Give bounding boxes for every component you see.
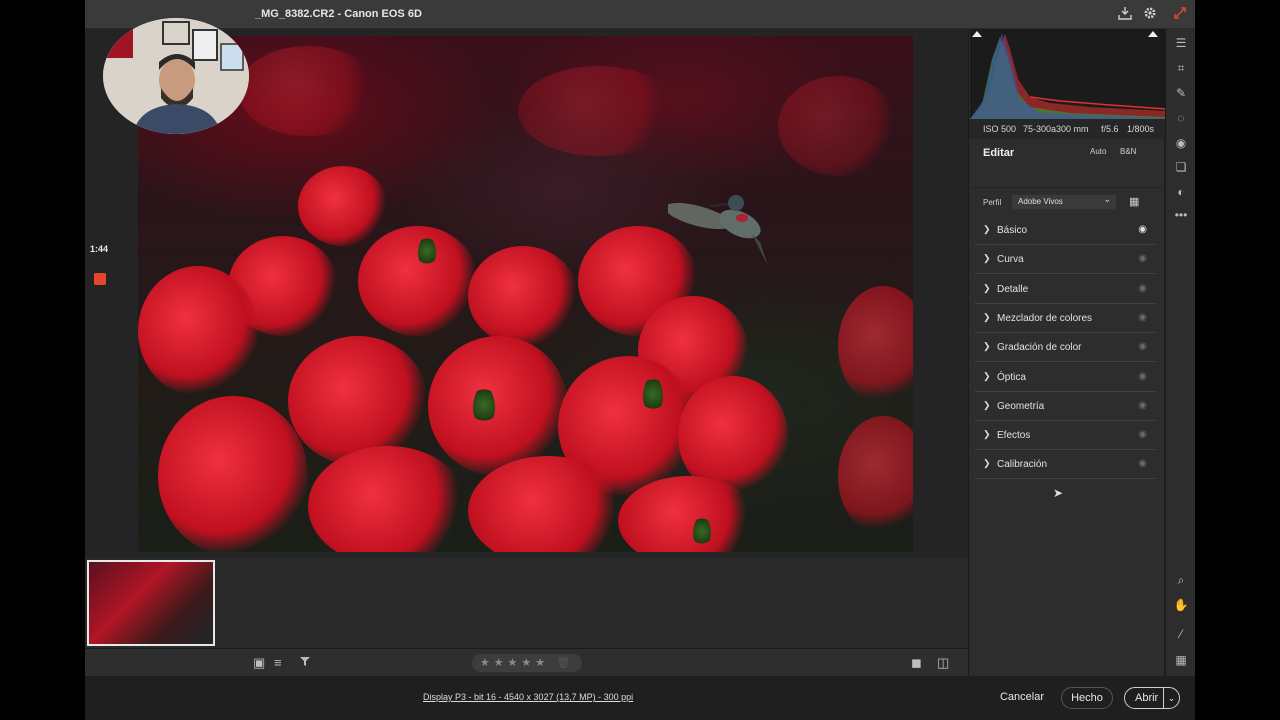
panel-section-label: Gradación de color: [997, 342, 1082, 354]
chevron-right-icon[interactable]: ❯: [983, 429, 991, 440]
gear-icon[interactable]: [1142, 6, 1158, 22]
trash-icon[interactable]: 🗑: [556, 657, 574, 669]
panel-section-label: Efectos: [997, 430, 1031, 442]
panel-section-row[interactable]: ❯ Efectos ◉: [975, 421, 1155, 451]
panel-section-row[interactable]: ❯ Básico ◉: [975, 216, 1155, 245]
panel-section-row[interactable]: ❯ Calibración ◉: [975, 450, 1155, 480]
visibility-eye-icon[interactable]: ◉: [1138, 253, 1147, 264]
edit-title: Editar: [983, 147, 1015, 159]
visibility-eye-icon[interactable]: ◉: [1138, 371, 1147, 382]
hummingbird-subject: [668, 195, 768, 266]
panel-section-row[interactable]: ❯ Geometría ◉: [975, 392, 1155, 421]
healing-brush-icon[interactable]: ✎: [1173, 85, 1189, 101]
snapshots-icon[interactable]: ❏: [1173, 159, 1189, 175]
visibility-eye-icon[interactable]: ◉: [1138, 283, 1147, 294]
profile-browser-icon[interactable]: ▦: [1129, 196, 1141, 208]
presenter-webcam-overlay: [103, 18, 249, 134]
edit-panel: ISO 500 75-300a300 mm f/5.6 1/800s Edita…: [968, 29, 1166, 676]
open-button-label: Abrir: [1135, 692, 1159, 704]
title-bar: _MG_8382.CR2 - Canon EOS 6D: [85, 0, 1195, 29]
panel-section-label: Geometría: [997, 400, 1045, 412]
camera-raw-window: _MG_8382.CR2 - Canon EOS 6D ▣ ≡ ★★★★★ 🗑 …: [85, 0, 1195, 720]
edit-sliders-icon[interactable]: ☰: [1173, 35, 1189, 51]
panel-section-row[interactable]: ❯ Gradación de color ◉: [975, 333, 1155, 363]
filmstrip-thumbnail[interactable]: [87, 560, 215, 646]
masking-icon[interactable]: ◌: [1173, 110, 1189, 126]
panel-section-label: Curva: [997, 254, 1024, 266]
star-rating[interactable]: ★★★★★ 🗑: [472, 654, 582, 672]
exif-info: ISO 500 75-300a300 mm f/5.6 1/800s: [969, 119, 1165, 139]
recording-timer: 1:44: [90, 244, 109, 254]
shadow-clipping-icon[interactable]: [972, 31, 982, 37]
window-title: _MG_8382.CR2 - Canon EOS 6D: [255, 8, 422, 20]
canvas-bottom-bar: ▣ ≡ ★★★★★ 🗑 ◼ ◫: [85, 648, 968, 676]
open-button[interactable]: Abrir ⌄: [1124, 687, 1180, 709]
status-bar: Display P3 - bit 16 - 4540 x 3027 (13,7 …: [85, 676, 1195, 720]
exif-lens: 75-300a300 mm: [1023, 124, 1089, 134]
panel-section-row[interactable]: ❯ Detalle ◉: [975, 275, 1155, 304]
panel-section-label: Óptica: [997, 371, 1026, 383]
panel-section-row[interactable]: ❯ Curva ◉: [975, 245, 1155, 275]
filmstrip: [85, 558, 968, 648]
red-eye-icon[interactable]: ◉: [1173, 135, 1189, 151]
visibility-eye-icon[interactable]: ◉: [1138, 429, 1147, 440]
visibility-eye-icon[interactable]: ◉: [1138, 400, 1147, 411]
visibility-eye-icon[interactable]: ◉: [1138, 312, 1147, 323]
rating-stars[interactable]: ★★★★★: [480, 657, 549, 669]
panel-section-label: Detalle: [997, 283, 1029, 295]
visibility-eye-icon[interactable]: ◉: [1138, 341, 1147, 352]
zoom-icon[interactable]: ⌕: [1173, 572, 1189, 588]
panel-section-label: Básico: [997, 225, 1028, 236]
expand-icon[interactable]: [1172, 6, 1188, 22]
panel-section-row[interactable]: ❯ Mezclador de colores ◉: [975, 304, 1155, 333]
panel-section-label: Mezclador de colores: [997, 312, 1093, 324]
more-options-icon[interactable]: •••: [1173, 207, 1189, 223]
done-button[interactable]: Hecho: [1061, 687, 1113, 709]
filter-icon[interactable]: [299, 655, 311, 671]
cancel-button[interactable]: Cancelar: [993, 687, 1051, 709]
eyedropper-icon[interactable]: ⁄: [1173, 626, 1189, 642]
bw-button[interactable]: B&N: [1120, 147, 1136, 156]
mouse-cursor-icon: ➤: [1053, 486, 1064, 500]
grid-overlay-icon[interactable]: ▦: [1173, 652, 1189, 668]
single-view-icon[interactable]: ◼: [911, 655, 922, 671]
profile-label: Perfil: [983, 198, 1002, 207]
hand-icon[interactable]: ✋: [1173, 597, 1189, 613]
sort-icon[interactable]: ≡: [274, 655, 282, 671]
record-stop-button[interactable]: [94, 273, 106, 285]
exif-shutter: 1/800s: [1127, 124, 1155, 134]
auto-button[interactable]: Auto: [1090, 147, 1106, 156]
compare-icon[interactable]: ▣: [253, 655, 265, 671]
chevron-right-icon[interactable]: ❯: [983, 253, 991, 264]
chevron-right-icon[interactable]: ❯: [983, 312, 991, 323]
crop-icon[interactable]: ⌗: [1173, 60, 1189, 76]
histogram: [970, 29, 1166, 119]
profile-row: Perfil Adobe Vivos ▦: [969, 187, 1165, 215]
tool-rail: ☰ ⌗ ✎ ◌ ◉ ❏ ◐ ••• ⌕ ✋ ⁄ ▦: [1165, 29, 1195, 676]
highlight-clipping-icon[interactable]: [1148, 31, 1158, 37]
profile-select[interactable]: Adobe Vivos: [1012, 192, 1116, 209]
chevron-right-icon[interactable]: ❯: [983, 371, 991, 382]
save-icon[interactable]: [1117, 6, 1133, 22]
photo-preview[interactable]: [138, 36, 913, 552]
visibility-eye-icon[interactable]: ◉: [1138, 224, 1147, 235]
chevron-right-icon[interactable]: ❯: [983, 341, 991, 352]
chevron-right-icon[interactable]: ❯: [983, 224, 991, 235]
chevron-right-icon[interactable]: ❯: [983, 458, 991, 469]
chevron-right-icon[interactable]: ❯: [983, 400, 991, 411]
panel-section-row[interactable]: ❯ Óptica ◉: [975, 363, 1155, 392]
open-dropdown-chevron-icon[interactable]: ⌄: [1163, 688, 1179, 708]
exif-iso: ISO 500: [983, 124, 1017, 134]
presets-icon[interactable]: ◐: [1173, 184, 1189, 200]
chevron-right-icon[interactable]: ❯: [983, 283, 991, 294]
exif-aperture: f/5.6: [1101, 124, 1119, 134]
panel-section-label: Calibración: [997, 459, 1048, 471]
before-after-icon[interactable]: ◫: [937, 655, 949, 671]
visibility-eye-icon[interactable]: ◉: [1138, 458, 1147, 469]
file-info-link[interactable]: Display P3 - bit 16 - 4540 x 3027 (13,7 …: [423, 692, 633, 702]
